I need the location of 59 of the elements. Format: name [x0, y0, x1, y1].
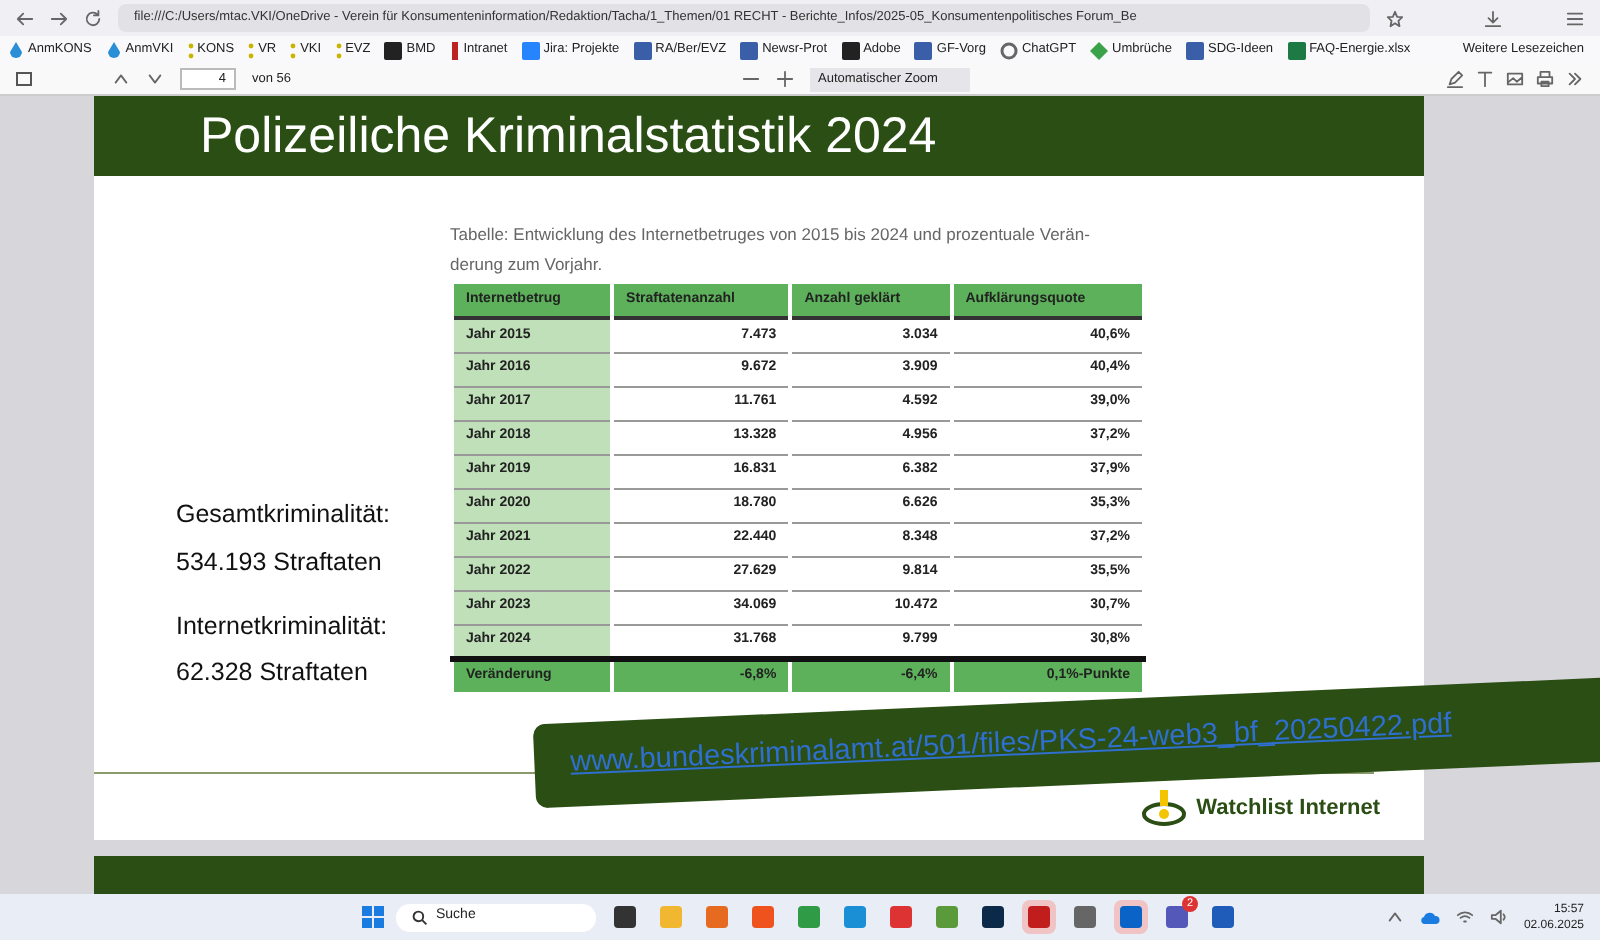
- app-icon: [1165, 906, 1188, 928]
- image-icon[interactable]: [1506, 70, 1524, 88]
- windows-icon[interactable]: [361, 906, 384, 928]
- search-icon: [411, 909, 428, 925]
- app-icon: [1027, 906, 1050, 928]
- square-icon: [633, 41, 652, 59]
- chevron-up-icon[interactable]: [1385, 908, 1404, 926]
- back-icon[interactable]: [16, 9, 34, 27]
- diamond-icon: [1090, 41, 1109, 59]
- next-page-icon[interactable]: [146, 70, 164, 88]
- double-chevron-icon[interactable]: [1566, 70, 1584, 88]
- table-caption: Tabelle: Entwicklung des Internetbetruges von 2015 bis 2024 und prozentuale Verän-derung zum Vorjahr.: [450, 222, 1092, 278]
- square-icon: [384, 41, 403, 59]
- app-icon: [889, 906, 912, 928]
- pencil-icon[interactable]: [1446, 70, 1464, 88]
- reload-icon[interactable]: [84, 9, 102, 27]
- previous-page-icon[interactable]: [112, 70, 130, 88]
- square-icon: [1287, 41, 1306, 59]
- app-icon: [1211, 906, 1234, 928]
- sidebar-toggle-icon[interactable]: [16, 72, 32, 86]
- drop-icon: [8, 41, 24, 59]
- wifi-icon[interactable]: [1455, 908, 1474, 926]
- menu-icon[interactable]: [1566, 9, 1584, 27]
- square-icon: [740, 41, 759, 59]
- drop-icon: [105, 41, 122, 59]
- text-icon[interactable]: [1476, 70, 1494, 88]
- print-icon[interactable]: [1536, 70, 1554, 88]
- square-icon: [1186, 41, 1205, 59]
- forward-icon[interactable]: [50, 9, 68, 27]
- logo-text: Watchlist Internet: [1196, 793, 1380, 824]
- zoom-in-icon[interactable]: [776, 70, 794, 88]
- stat-text: Gesamtkriminalität:: [176, 498, 392, 532]
- star-icon[interactable]: [1386, 9, 1404, 27]
- app-icon: [751, 906, 774, 928]
- app-icon: [935, 906, 958, 928]
- app-icon: [613, 906, 636, 928]
- app-icon: [705, 906, 728, 928]
- speaker-icon[interactable]: [1489, 908, 1508, 926]
- dots-icon: [187, 41, 194, 59]
- slide-title: Polizeiliche Kriminalstatistik 2024: [200, 111, 937, 161]
- app-icon: [1073, 906, 1096, 928]
- app-icon: [797, 906, 820, 928]
- app-icon: [659, 906, 682, 928]
- stat-text: 534.193 Straftaten: [176, 545, 384, 580]
- cloud-icon[interactable]: [1419, 909, 1440, 925]
- stat-text: Internetkriminalität:: [176, 609, 390, 643]
- bar-icon: [449, 41, 460, 59]
- dots-icon: [290, 41, 297, 59]
- dots-icon: [248, 41, 255, 59]
- dots-icon: [335, 41, 342, 59]
- app-icon: [1119, 906, 1142, 928]
- stat-text: 62.328 Straftaten: [176, 656, 370, 691]
- download-icon[interactable]: [1484, 9, 1502, 27]
- square-icon: [841, 41, 860, 59]
- app-icon: [843, 906, 866, 928]
- eye-icon: [1140, 790, 1189, 826]
- square-icon: [521, 41, 540, 59]
- app-icon: [981, 906, 1004, 928]
- square-icon: [914, 41, 933, 59]
